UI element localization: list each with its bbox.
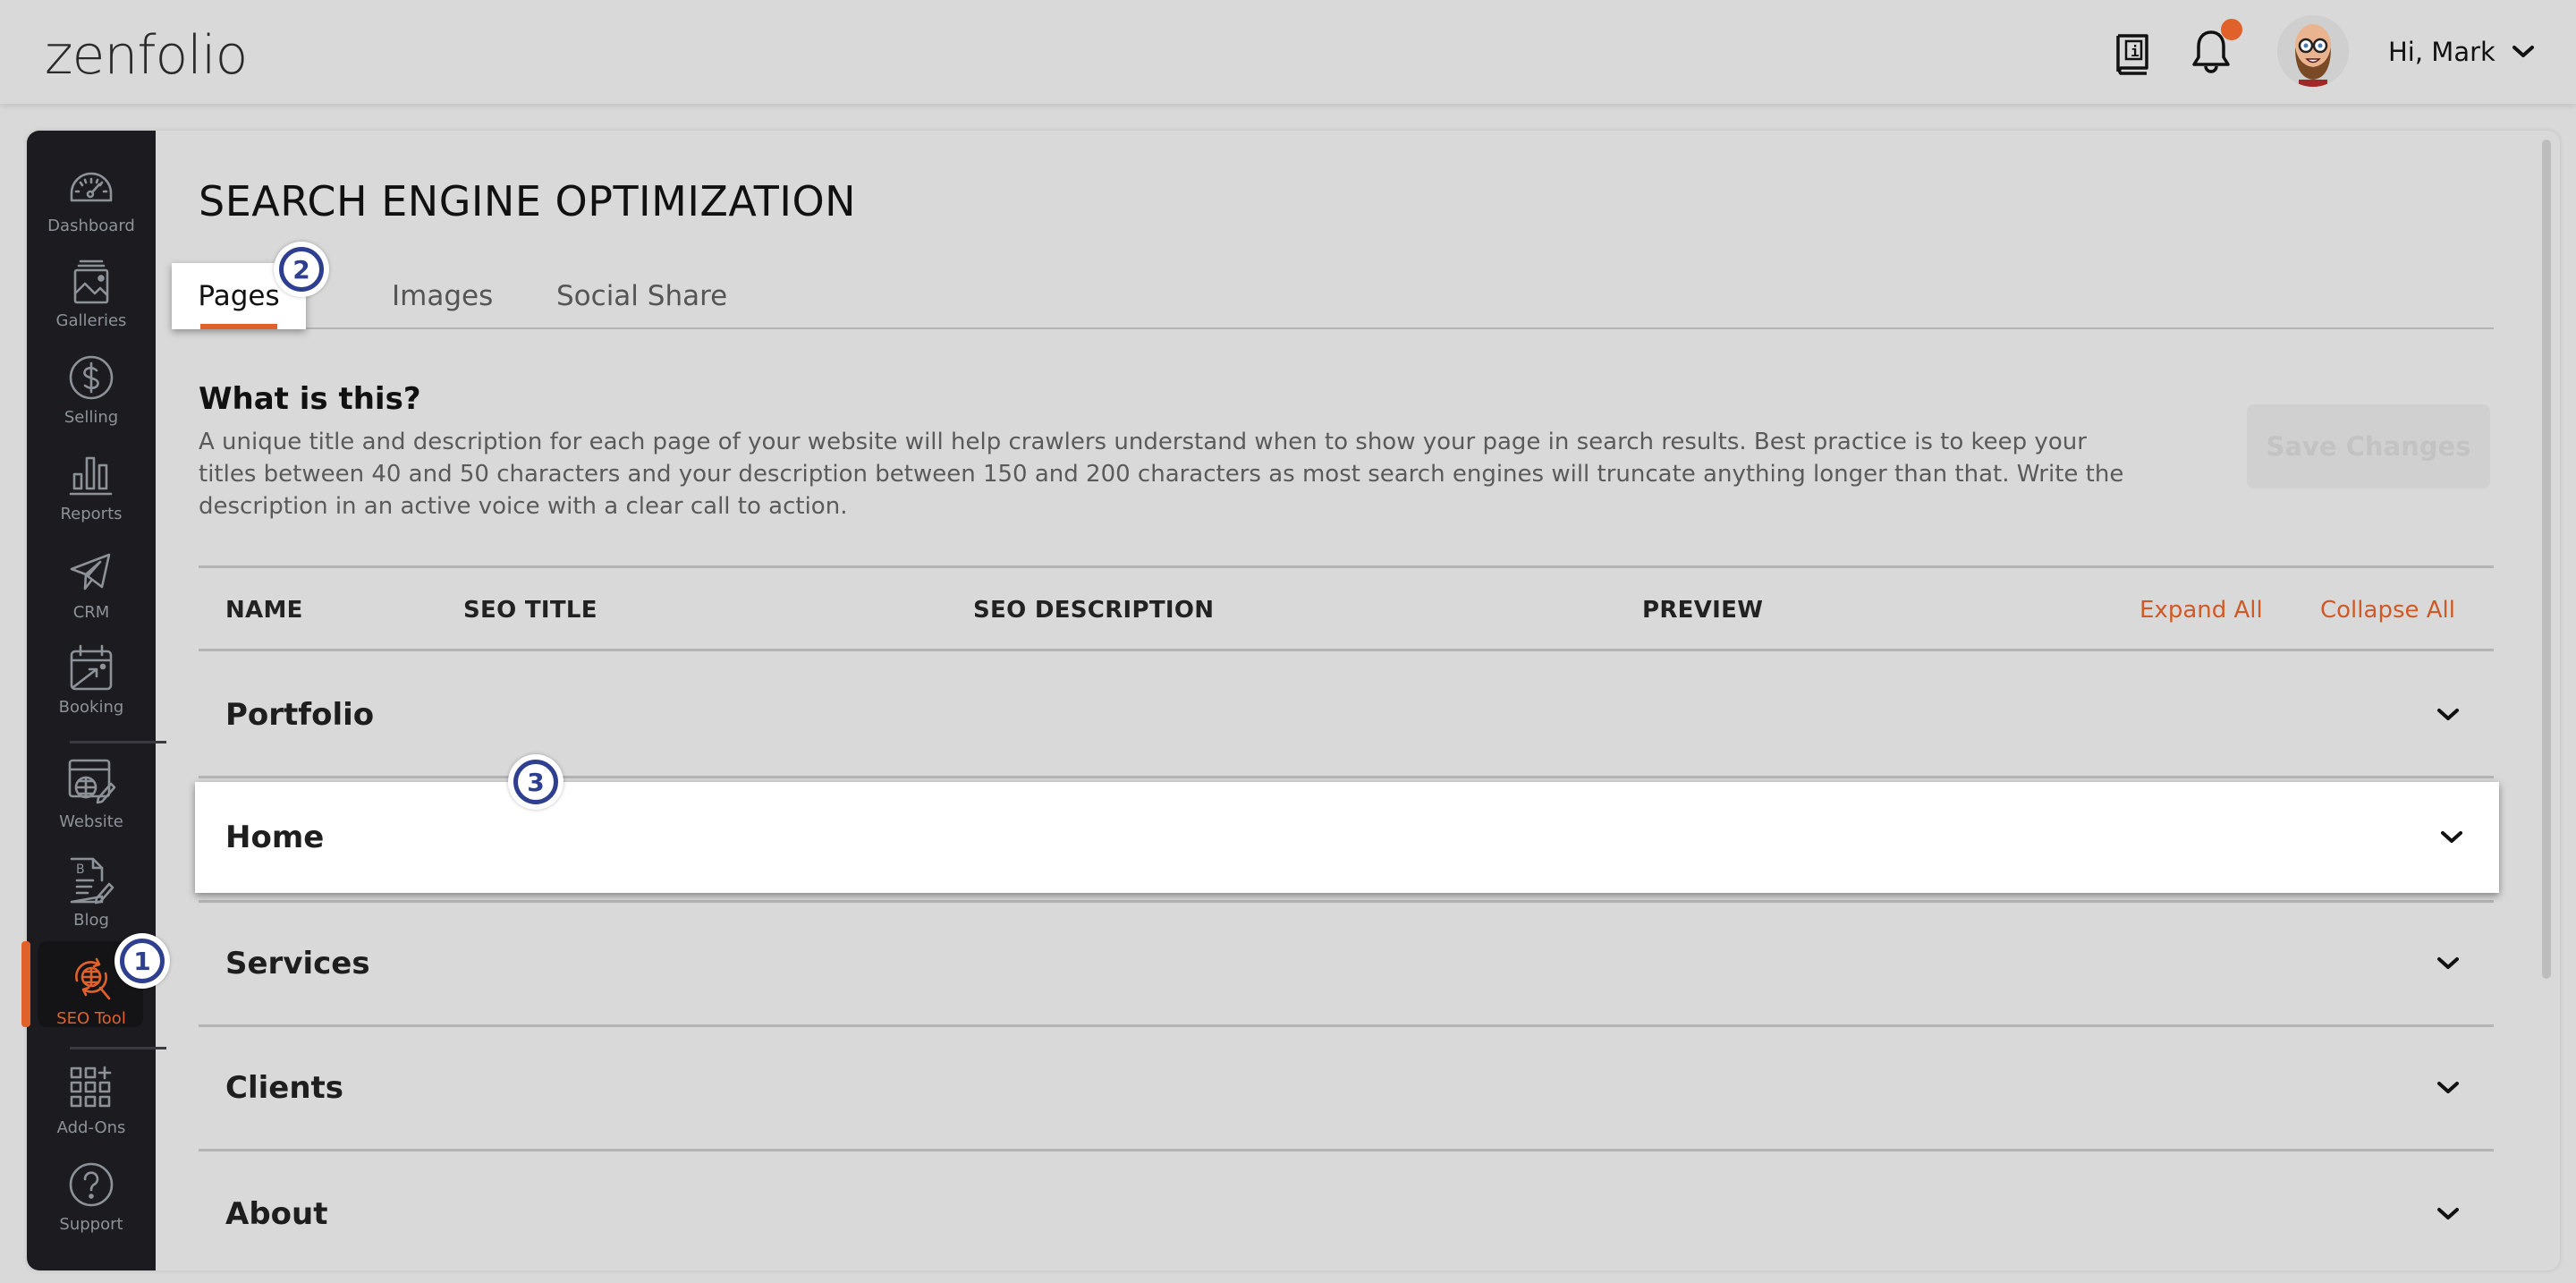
bar-chart-icon [69,456,113,496]
sidebar-item-support[interactable]: Support [27,1160,156,1253]
table-row-services[interactable]: Services [199,903,2494,1027]
tab-social-share[interactable]: Social Share [556,263,727,329]
chevron-down-icon [2512,46,2534,57]
greeting-text: Hi, Mark [2388,37,2496,67]
save-changes-button[interactable]: Save Changes [2247,404,2490,489]
blog-edit-icon: B [70,857,114,905]
annotation-badge-2: 2 [274,242,329,297]
speedometer-icon [70,172,113,202]
collapse-all-link[interactable]: Collapse All [2320,597,2455,624]
row-name: Home [225,820,325,855]
help-icon [69,1162,114,1207]
column-header-seo-title: SEO TITLE [463,597,597,624]
sidebar-item-add-ons[interactable]: Add-Ons [27,1063,156,1156]
vertical-scrollbar[interactable] [2542,140,2551,979]
zenfolio-logo[interactable]: zenfolio [45,20,248,91]
dollar-icon [69,355,114,400]
chevron-down-icon[interactable] [2436,707,2460,723]
gallery-icon [73,259,109,304]
chevron-down-icon[interactable] [2440,829,2463,845]
table-row-clients[interactable]: Clients [199,1027,2494,1151]
svg-text:B: B [76,862,85,877]
table-header: NAME SEO TITLE SEO DESCRIPTION PREVIEW E… [199,565,2494,651]
active-tab-underline [200,324,277,329]
column-header-seo-description: SEO DESCRIPTION [973,597,1215,624]
add-ons-grid-icon [70,1066,112,1108]
sidebar-item-galleries[interactable]: Galleries [27,256,156,349]
paper-plane-icon [70,553,111,591]
notification-dot [2221,19,2242,40]
svg-text:i: i [2131,43,2140,60]
user-menu[interactable]: Hi, Mark [2388,32,2535,72]
seo-globe-icon [75,957,111,1000]
sidebar-item-dashboard[interactable]: Dashboard [27,161,156,254]
book-info-icon[interactable]: i [2113,32,2150,77]
info-heading: What is this? [199,381,421,417]
sidebar-item-selling[interactable]: Selling [27,353,156,446]
tab-images[interactable]: Images [392,263,493,329]
annotation-badge-1: 1 [114,933,170,989]
chevron-down-icon[interactable] [2436,956,2460,972]
active-indicator [21,941,30,1027]
annotation-badge-3: 3 [508,754,564,810]
sidebar-nav: Dashboard Galleries Selling Reports CRM … [21,131,166,1270]
expand-all-link[interactable]: Expand All [2140,597,2263,624]
website-edit-icon [68,759,116,804]
top-bar: zenfolio i Hi, Mark [0,0,2576,104]
tab-bar: Pages Images Social Share [172,256,2494,329]
avatar[interactable] [2277,15,2349,87]
sidebar-item-booking[interactable]: Booking [27,642,156,735]
logo-text: zenfolio [45,24,248,87]
row-name: About [225,1195,328,1232]
column-header-preview: PREVIEW [1642,597,1764,624]
chevron-down-icon[interactable] [2436,1080,2460,1096]
table-row-about[interactable]: About [199,1151,2494,1276]
row-name: Portfolio [225,697,375,733]
sidebar-divider [70,1047,166,1049]
sidebar-item-website[interactable]: Website [27,757,156,850]
sidebar-divider [70,741,166,743]
page-title: SEARCH ENGINE OPTIMIZATION [199,177,857,225]
info-description: A unique title and description for each … [199,429,2124,520]
column-header-name: NAME [225,597,303,624]
chevron-down-icon[interactable] [2436,1206,2460,1222]
main-content: SEARCH ENGINE OPTIMIZATION Pages Images … [156,131,2535,1270]
calendar-icon [70,644,113,691]
row-name: Clients [225,1070,344,1106]
sidebar-item-crm[interactable]: CRM [27,548,156,641]
sidebar-item-reports[interactable]: Reports [27,449,156,542]
row-name: Services [225,946,370,981]
